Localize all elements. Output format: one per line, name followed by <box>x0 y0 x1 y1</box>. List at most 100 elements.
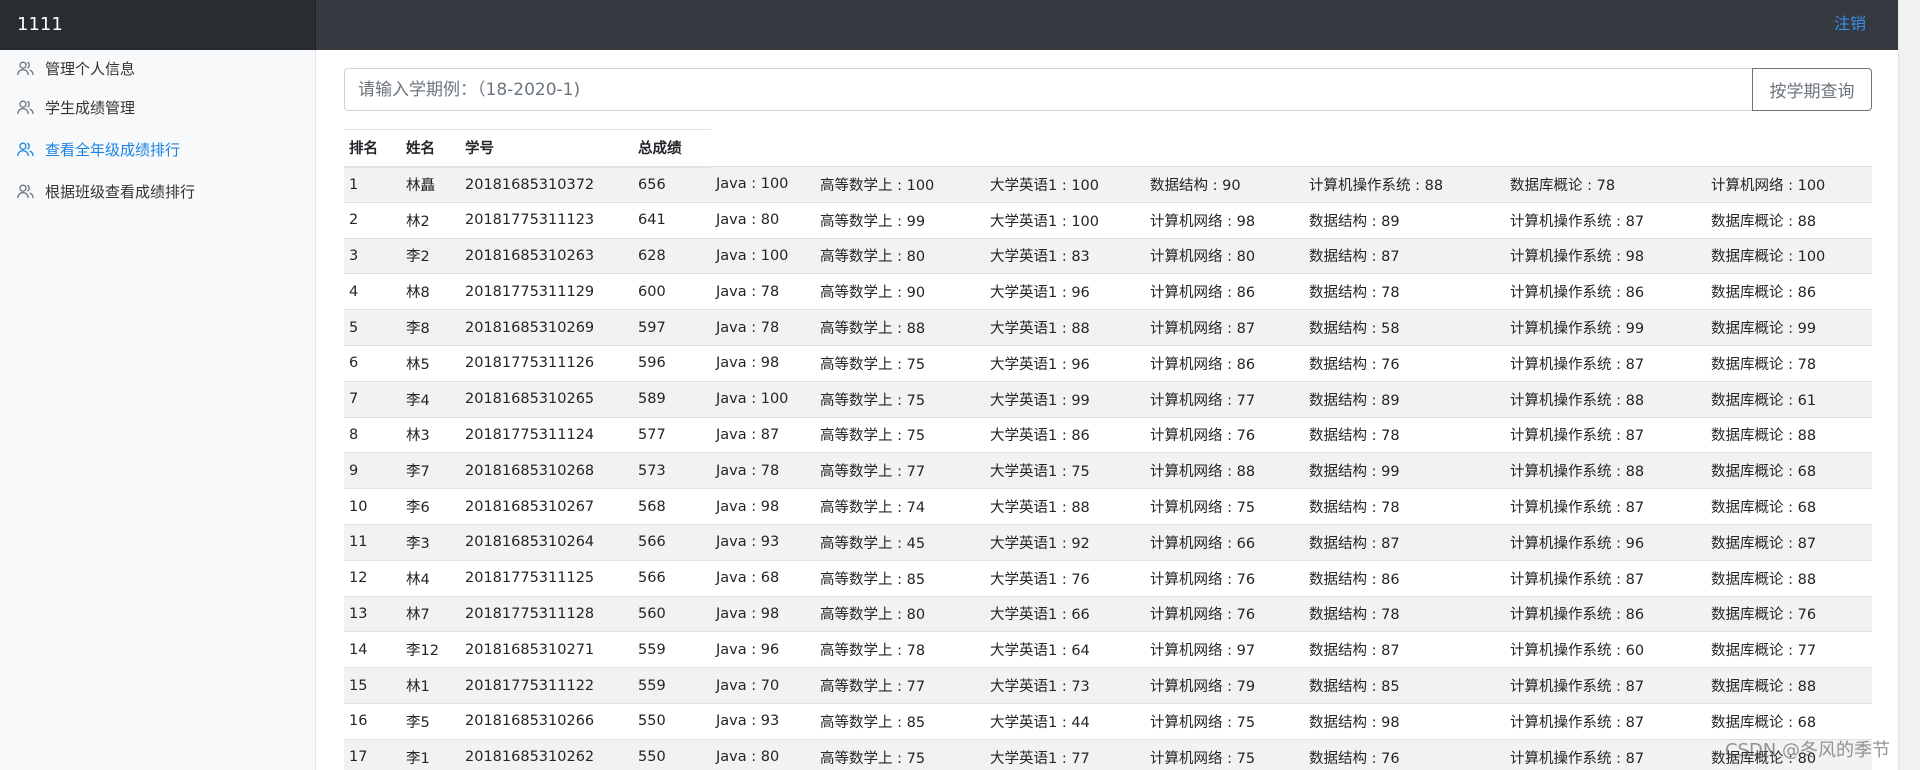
cell-total: 597 <box>633 309 711 346</box>
cell-subject-score: 数据结构 : 89 <box>1304 201 1505 239</box>
cell-subject-score: Java : 93 <box>711 702 815 740</box>
cell-rank: 13 <box>344 595 401 632</box>
cell-subject-score: 计算机网络 : 76 <box>1145 416 1304 453</box>
cell-subject-score: 计算机网络 : 75 <box>1145 738 1304 770</box>
cell-rank: 4 <box>344 273 401 310</box>
sidebar-item-3[interactable]: 查看全年级成绩排行 <box>0 128 315 170</box>
cell-subject-score: 数据结构 : 78 <box>1304 416 1505 453</box>
cell-name: 林8 <box>401 273 460 310</box>
cell-subject-score: 大学英语1 : 96 <box>985 273 1145 310</box>
cell-subject-score: 高等数学上 : 77 <box>815 452 985 489</box>
cell-rank: 14 <box>344 631 401 668</box>
cell-total: 559 <box>633 631 711 668</box>
cell-subject-score: 计算机网络 : 76 <box>1145 595 1304 632</box>
cell-subject-score: 大学英语1 : 76 <box>985 559 1145 597</box>
cell-subject-score: 数据库概论 : 68 <box>1706 702 1872 740</box>
cell-subject-score: Java : 100 <box>711 237 815 274</box>
cell-name: 林2 <box>401 201 460 239</box>
cell-subject-score: 高等数学上 : 80 <box>815 237 985 274</box>
cell-rank: 11 <box>344 523 401 561</box>
cell-subject-score: 计算机网络 : 76 <box>1145 559 1304 597</box>
cell-subject-score: 计算机操作系统 : 87 <box>1505 488 1706 525</box>
cell-subject-score: 计算机网络 : 80 <box>1145 237 1304 274</box>
cell-subject-score: 高等数学上 : 74 <box>815 488 985 525</box>
cell-subject-score: 计算机操作系统 : 99 <box>1505 309 1706 346</box>
cell-student-id: 20181775311125 <box>460 559 633 597</box>
column-header-rank: 排名 <box>344 129 401 168</box>
cell-subject-score: 数据结构 : 87 <box>1304 237 1505 274</box>
cell-subject-score: 大学英语1 : 44 <box>985 702 1145 740</box>
page-scrollbar[interactable] <box>1898 0 1920 770</box>
cell-subject-score: 大学英语1 : 99 <box>985 380 1145 418</box>
sidebar-item-1[interactable]: 管理个人信息 <box>0 50 315 86</box>
sidebar-item-2[interactable]: 学生成绩管理 <box>0 86 315 128</box>
cell-subject-score: 大学英语1 : 88 <box>985 488 1145 525</box>
cell-total: 628 <box>633 237 711 274</box>
cell-subject-score: Java : 100 <box>711 380 815 418</box>
cell-rank: 16 <box>344 702 401 740</box>
cell-total: 550 <box>633 738 711 770</box>
cell-student-id: 20181685310266 <box>460 702 633 740</box>
cell-subject-score: Java : 80 <box>711 738 815 770</box>
sidebar-item-4[interactable]: 根据班级查看成绩排行 <box>0 170 315 212</box>
cell-subject-score: 高等数学上 : 77 <box>815 667 985 704</box>
cell-student-id: 20181685310271 <box>460 631 633 668</box>
cell-total: 600 <box>633 273 711 310</box>
cell-subject-score: 计算机操作系统 : 87 <box>1505 559 1706 597</box>
cell-subject-score: 计算机操作系统 : 87 <box>1505 416 1706 453</box>
cell-subject-score: 数据库概论 : 68 <box>1706 452 1872 489</box>
cell-total: 550 <box>633 702 711 740</box>
search-by-term-button[interactable]: 按学期查询 <box>1752 68 1872 111</box>
cell-subject-score: 计算机操作系统 : 86 <box>1505 273 1706 310</box>
cell-student-id: 20181775311129 <box>460 273 633 310</box>
cell-subject-score: 计算机操作系统 : 86 <box>1505 595 1706 632</box>
cell-subject-score: 计算机网络 : 75 <box>1145 702 1304 740</box>
cell-subject-score: 计算机网络 : 98 <box>1145 201 1304 239</box>
cell-subject-score: 数据结构 : 76 <box>1304 738 1505 770</box>
cell-subject-score: 数据库概论 : 77 <box>1706 631 1872 668</box>
logout-link[interactable]: 注销 <box>1834 0 1866 48</box>
cell-subject-score: 数据库概论 : 100 <box>1706 237 1872 274</box>
cell-name: 林3 <box>401 416 460 453</box>
cell-total: 559 <box>633 667 711 704</box>
table-row: 10 李6 20181685310267 568 Java : 98 高等数学上 : 74… <box>344 488 1872 525</box>
table-row: 14 李12 20181685310271 559 Java : 96 高等数学上 : 7… <box>344 631 1872 668</box>
cell-subject-score: 数据结构 : 89 <box>1304 380 1505 418</box>
cell-student-id: 20181685310268 <box>460 452 633 489</box>
cell-total: 596 <box>633 344 711 382</box>
cell-subject-score: 计算机操作系统 : 88 <box>1505 380 1706 418</box>
cell-student-id: 20181685310267 <box>460 488 633 525</box>
cell-subject-score: 高等数学上 : 90 <box>815 273 985 310</box>
cell-rank: 15 <box>344 667 401 704</box>
cell-student-id: 20181685310263 <box>460 237 633 274</box>
column-header-name: 姓名 <box>401 129 460 168</box>
cell-subject-score: 大学英语1 : 86 <box>985 416 1145 453</box>
cell-name: 林5 <box>401 344 460 382</box>
brand-title[interactable]: 1111 <box>0 0 316 50</box>
cell-subject-score: 数据结构 : 87 <box>1304 631 1505 668</box>
cell-name: 李3 <box>401 523 460 561</box>
cell-subject-score: 数据库概论 : 88 <box>1706 201 1872 239</box>
cell-subject-score: 高等数学上 : 78 <box>815 631 985 668</box>
cell-subject-score: 数据结构 : 58 <box>1304 309 1505 346</box>
table-row: 2 林2 20181775311123 641 Java : 80 高等数学上 : 99 大… <box>344 201 1872 239</box>
cell-subject-score: 数据库概论 : 78 <box>1505 166 1706 203</box>
term-search-input[interactable] <box>344 68 1752 111</box>
cell-rank: 12 <box>344 559 401 597</box>
cell-subject-score: 数据结构 : 76 <box>1304 344 1505 382</box>
cell-total: 566 <box>633 523 711 561</box>
cell-subject-score: 计算机网络 : 66 <box>1145 523 1304 561</box>
cell-subject-score: 计算机网络 : 100 <box>1706 166 1872 203</box>
cell-rank: 6 <box>344 344 401 382</box>
cell-rank: 17 <box>344 738 401 770</box>
cell-subject-score: 计算机网络 : 87 <box>1145 309 1304 346</box>
column-header-student-id: 学号 <box>460 129 633 168</box>
cell-subject-score: 数据结构 : 90 <box>1145 166 1304 203</box>
cell-subject-score: 数据库概论 : 76 <box>1706 595 1872 632</box>
cell-subject-score: 数据库概论 : 68 <box>1706 488 1872 525</box>
cell-subject-score: 高等数学上 : 75 <box>815 344 985 382</box>
cell-subject-score: 计算机网络 : 75 <box>1145 488 1304 525</box>
cell-student-id: 20181775311122 <box>460 667 633 704</box>
table-row: 11 李3 20181685310264 566 Java : 93 高等数学上 : 45… <box>344 523 1872 561</box>
cell-subject-score: 计算机操作系统 : 98 <box>1505 237 1706 274</box>
